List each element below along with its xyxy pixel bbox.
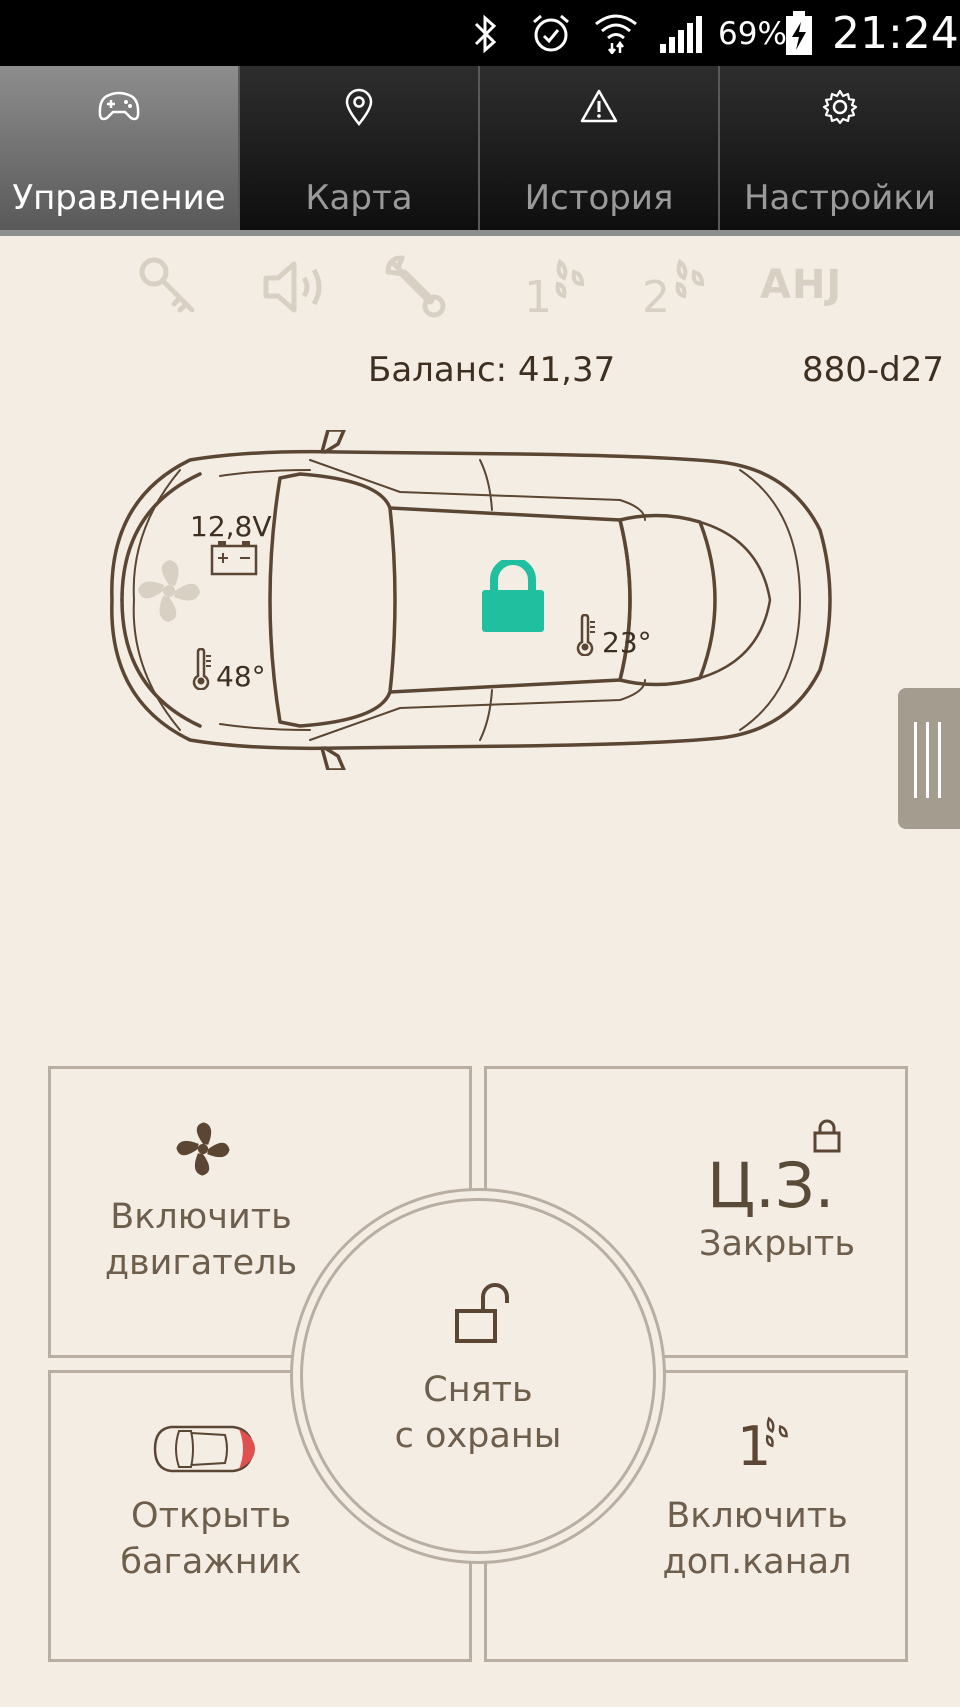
label-line: багажник xyxy=(120,1542,302,1582)
balance-text: Баланс: 41,37 xyxy=(368,350,616,390)
voltage-text: 12,8V xyxy=(190,510,272,543)
speaker-icon xyxy=(263,261,322,313)
droplets-icon xyxy=(675,258,705,299)
droplets-icon xyxy=(765,1416,788,1448)
device-id: 880-d27 xyxy=(802,350,945,390)
thermometer-icon xyxy=(192,648,211,690)
car-diagram xyxy=(110,430,832,770)
engine-temp-text: 48° xyxy=(216,660,266,693)
tab-label: История xyxy=(524,178,674,218)
disarm-label: Снять с охраны xyxy=(343,1367,613,1459)
battery-charging-icon xyxy=(786,11,812,55)
gamepad-icon xyxy=(98,91,140,121)
tab-label: Настройки xyxy=(743,178,936,218)
status-bar: 69% 21:24 xyxy=(0,0,960,66)
tab-bar: Управление Карта История Настройки xyxy=(0,66,960,234)
open-trunk-label: Открыть багажник xyxy=(81,1493,341,1585)
fan-icon xyxy=(176,1122,230,1176)
tab-control[interactable]: Управление xyxy=(0,66,240,230)
channel-1-icon: 1 xyxy=(522,258,592,323)
central-lock-label: Закрыть xyxy=(699,1224,855,1264)
droplets-icon xyxy=(555,258,585,299)
lock-open-icon xyxy=(455,1283,509,1343)
start-engine-label: Включить двигатель xyxy=(71,1194,331,1286)
cabin-temp-text: 23° xyxy=(602,626,652,659)
channel-1-digit: 1 xyxy=(524,272,552,323)
lock-closed-icon xyxy=(482,560,544,632)
trunk-car-icon xyxy=(153,1425,255,1473)
label-line: Включить xyxy=(666,1496,848,1536)
clock: 21:24 xyxy=(832,8,959,59)
tab-label: Карта xyxy=(305,178,413,218)
label-line: двигатель xyxy=(104,1243,298,1283)
bluetooth-icon xyxy=(474,14,497,54)
key-icon xyxy=(139,257,195,313)
tab-bar-border xyxy=(0,230,960,236)
battery-percent: 69% xyxy=(718,16,787,52)
tab-map[interactable]: Карта xyxy=(240,66,480,230)
disarm-button[interactable]: Снять с охраны xyxy=(300,1198,656,1554)
tab-history[interactable]: История xyxy=(480,66,720,230)
signal-icon xyxy=(660,16,702,53)
tab-label: Управление xyxy=(12,178,226,218)
drawer-handle[interactable] xyxy=(898,688,960,829)
channel-2-digit: 2 xyxy=(642,272,670,323)
label-line: доп.канал xyxy=(662,1542,852,1582)
warning-icon xyxy=(580,89,618,123)
wifi-icon xyxy=(595,14,637,54)
battery-icon xyxy=(210,541,258,576)
label-line: Включить xyxy=(110,1197,292,1237)
label-line: Снять xyxy=(423,1370,533,1410)
channel-2-icon: 2 xyxy=(640,258,710,323)
gear-icon xyxy=(822,89,858,125)
tab-settings[interactable]: Настройки xyxy=(720,66,960,230)
thermometer-icon xyxy=(576,614,595,656)
label-line: с охраны xyxy=(394,1416,562,1456)
label-line: Открыть xyxy=(131,1496,291,1536)
wrench-icon xyxy=(385,255,446,318)
ahj-label: AHJ xyxy=(760,262,843,308)
aux-channel-label: Включить доп.канал xyxy=(627,1493,887,1585)
small-lock-icon xyxy=(813,1119,841,1153)
map-pin-icon xyxy=(345,88,373,127)
engine-fan-icon xyxy=(138,560,200,622)
central-lock-title: Ц.З. xyxy=(707,1149,835,1222)
alarm-icon xyxy=(533,14,569,52)
